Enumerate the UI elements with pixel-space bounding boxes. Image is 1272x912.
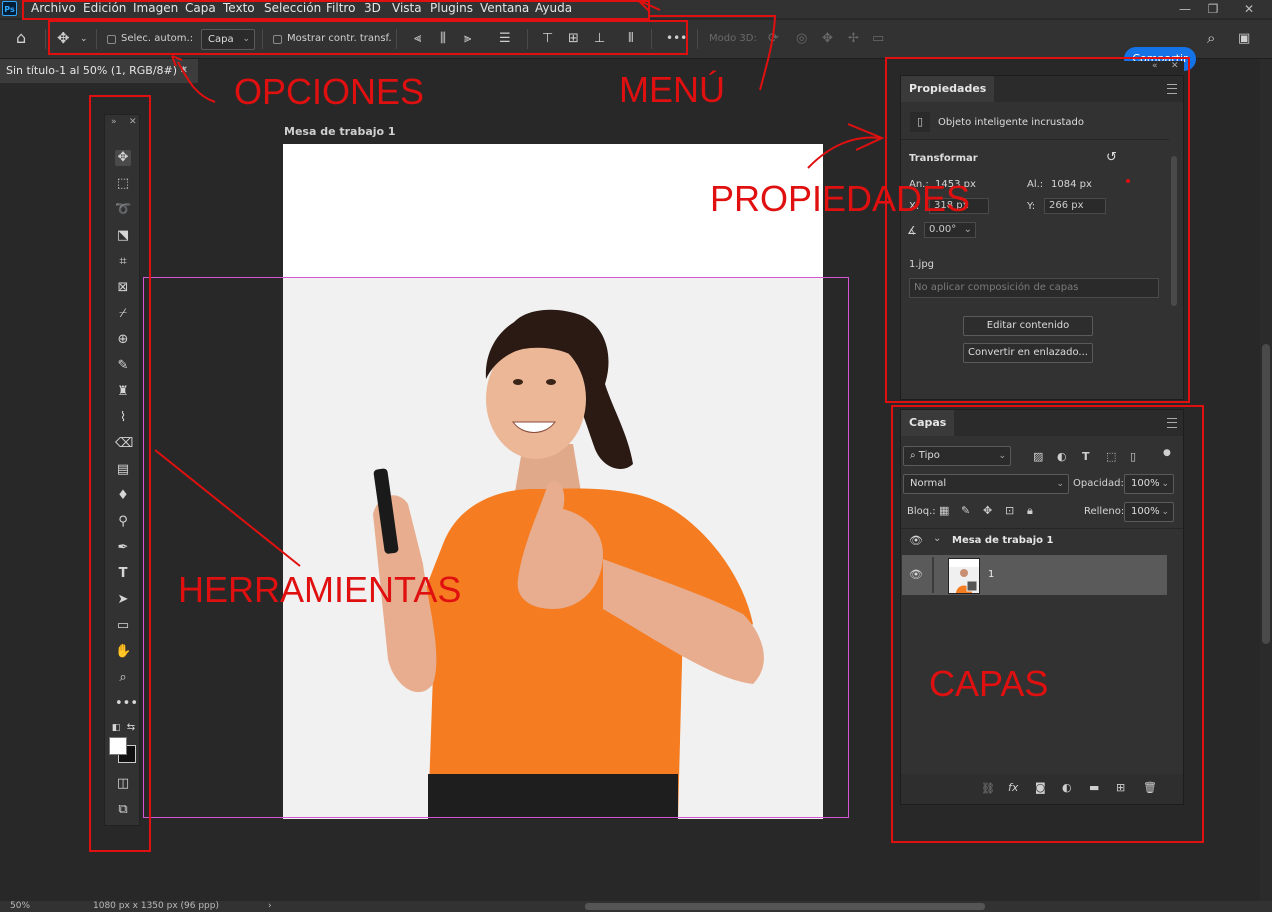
annotation-capas: CAPAS [929, 663, 1049, 704]
annotation-propiedades: PROPIEDADES [710, 178, 971, 219]
annotation-herramientas: HERRAMIENTAS [178, 569, 462, 610]
annotation-opciones: OPCIONES [234, 71, 425, 112]
annotation-arrows [154, 0, 1130, 567]
annotation-menu: MENÚ [619, 69, 725, 110]
